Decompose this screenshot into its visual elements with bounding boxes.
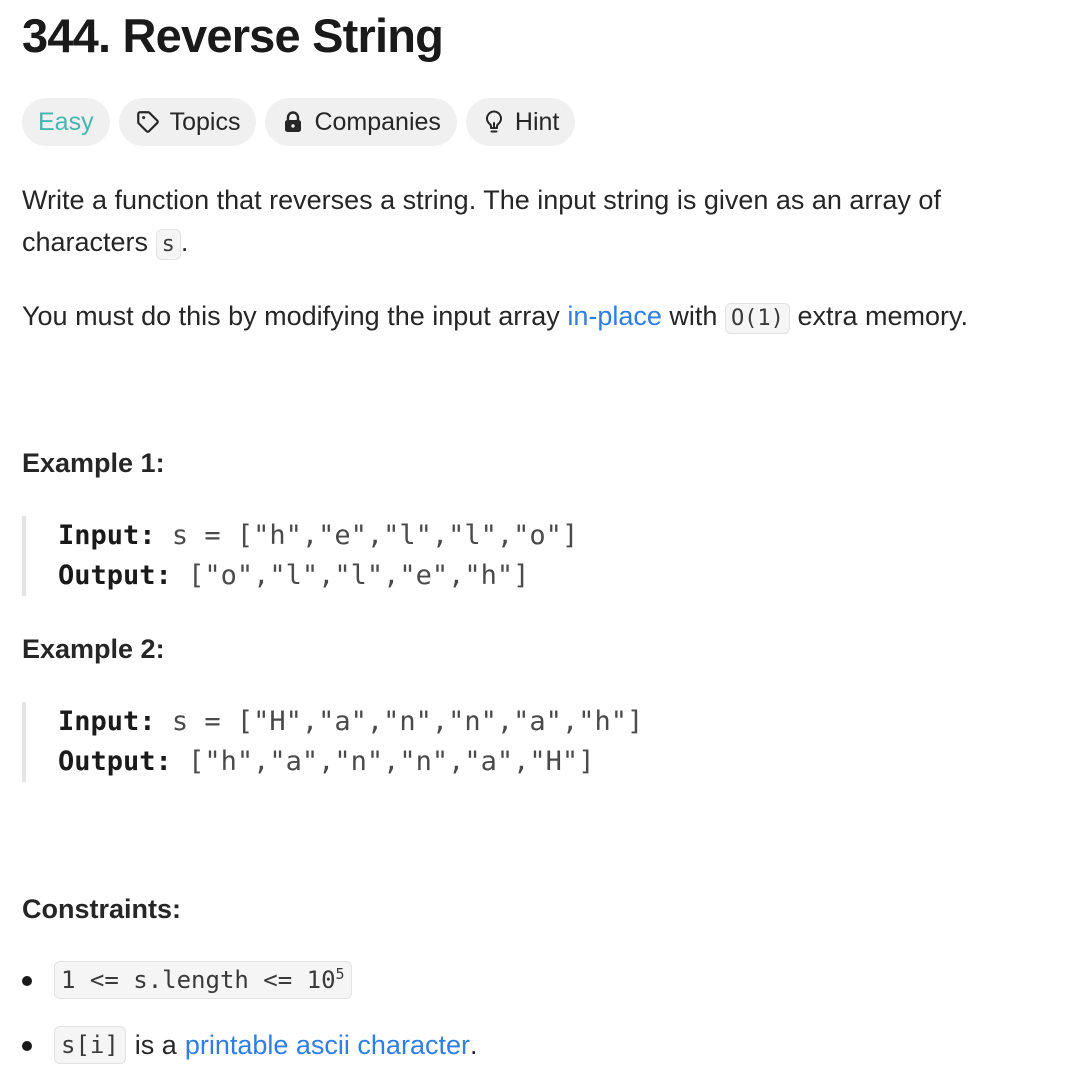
lock-icon <box>281 110 305 134</box>
example-2-input-label: Input: <box>58 706 156 737</box>
description-paragraph-2: You must do this by modifying the input … <box>22 295 968 340</box>
companies-button[interactable]: Companies <box>265 98 457 146</box>
example-2-heading: Example 2: <box>22 634 165 664</box>
description-para-2-end: extra memory. <box>797 301 968 331</box>
description-paragraph-1: Write a function that reverses a string.… <box>22 179 941 266</box>
example-1-input-value: s = ["h","e","l","l","o"] <box>171 520 579 551</box>
constraint-si-text: is a <box>134 1029 177 1060</box>
inline-code-s: s <box>155 229 181 260</box>
example-2-input-value: s = ["H","a","n","n","a","h"] <box>171 706 644 737</box>
constraints-heading: Constraints: <box>22 894 182 924</box>
lightbulb-icon <box>482 109 506 135</box>
in-place-link[interactable]: in-place <box>567 301 662 331</box>
description-para-2-start: You must do this by modifying the input … <box>22 301 560 331</box>
constraint-item: s[i] is a printable ascii character. <box>22 1023 477 1067</box>
constraint-si-end: . <box>469 1029 478 1060</box>
difficulty-label: Easy <box>38 107 94 136</box>
example-2-block: Input: s = ["H","a","n","n","a","h"] Out… <box>22 702 643 782</box>
difficulty-badge: Easy <box>22 98 110 146</box>
example-1-block: Input: s = ["h","e","l","l","o"] Output:… <box>22 516 578 596</box>
constraint-length-text: 1 <= s.length <= 10 <box>61 966 336 994</box>
printable-ascii-link[interactable]: printable ascii character <box>185 1030 470 1061</box>
bullet-icon <box>22 976 32 986</box>
topics-button[interactable]: Topics <box>118 98 257 146</box>
hint-label: Hint <box>514 107 560 136</box>
constraint-length-code: 1 <= s.length <= 105 <box>54 961 352 999</box>
inline-code-o1: O(1) <box>724 303 790 334</box>
description-para-2-mid: with <box>669 301 718 331</box>
description-line-1: Write a function that reverses a string.… <box>22 185 941 215</box>
topics-label: Topics <box>169 107 241 136</box>
constraint-si-code: s[i] <box>54 1026 126 1064</box>
example-2-output-value: ["h","a","n","n","a","H"] <box>188 746 595 777</box>
problem-title: 344. Reverse String <box>22 9 444 62</box>
example-1-heading: Example 1: <box>22 448 165 478</box>
constraints-list: 1 <= s.length <= 105 s[i] is a printable… <box>22 958 477 1067</box>
example-1-input-label: Input: <box>58 520 156 551</box>
description-line-2-text: characters <box>22 227 149 257</box>
bullet-icon <box>22 1041 32 1051</box>
hint-button[interactable]: Hint <box>465 98 576 146</box>
problem-tags: Easy Topics Companies Hint <box>22 98 576 146</box>
tag-icon <box>135 109 161 135</box>
example-1-output-value: ["o","l","l","e","h"] <box>188 560 530 591</box>
example-1-output-label: Output: <box>58 560 172 591</box>
description-line-2-end: . <box>180 227 189 257</box>
constraint-length-exponent: 5 <box>335 965 345 983</box>
companies-label: Companies <box>314 107 441 136</box>
constraint-item: 1 <= s.length <= 105 <box>22 958 477 1002</box>
example-2-output-label: Output: <box>58 746 172 777</box>
